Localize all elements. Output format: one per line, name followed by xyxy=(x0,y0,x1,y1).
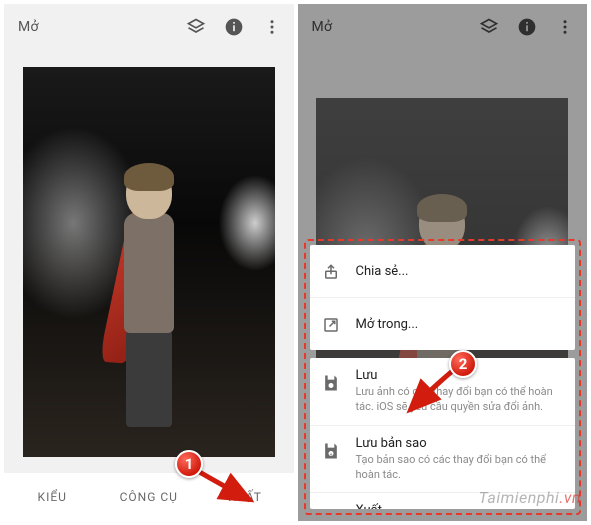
topbar-left: Mở xyxy=(4,4,294,50)
info-icon xyxy=(515,15,539,39)
annotation-marker-2: 2 xyxy=(449,350,477,378)
watermark: Taimienphi.vn xyxy=(479,488,582,507)
sheet-row-open-in[interactable]: Mở trong... xyxy=(310,298,576,350)
tutorial-dual-screenshot: Mở KIỂU xyxy=(0,0,591,525)
annotation-marker-1: 1 xyxy=(175,450,203,478)
save-icon xyxy=(318,370,344,396)
save-copy-title: Lưu bản sao xyxy=(356,436,564,451)
tab-tools[interactable]: CÔNG CỤ xyxy=(101,473,198,521)
export-sheet-highlight: Chia sẻ... Mở trong... xyxy=(304,239,582,515)
layers-icon xyxy=(477,15,501,39)
share-label: Chia sẻ... xyxy=(356,264,564,279)
topbar-right: Mở xyxy=(298,4,588,50)
open-button-dim: Mở xyxy=(312,19,333,35)
bottom-tabs: KIỂU CÔNG CỤ XUẤT xyxy=(4,473,294,521)
save-copy-sub: Tạo bản sao có các thay đổi bạn có thể h… xyxy=(356,453,564,483)
sheet-row-save-copy[interactable]: + Lưu bản sao Tạo bản sao có các thay đổ… xyxy=(310,426,576,493)
export-jpg-icon: JPG xyxy=(318,505,344,509)
sheet-group-share: Chia sẻ... Mở trong... xyxy=(310,245,576,350)
share-icon xyxy=(318,259,344,285)
open-in-icon xyxy=(318,312,344,338)
layers-icon[interactable] xyxy=(184,15,208,39)
overflow-menu-icon xyxy=(553,15,577,39)
sheet-group-save: Lưu Lưu ảnh có các thay đổi bạn có thể h… xyxy=(310,358,576,509)
sheet-row-share[interactable]: Chia sẻ... xyxy=(310,245,576,297)
svg-text:+: + xyxy=(329,452,332,458)
tab-export[interactable]: XUẤT xyxy=(197,473,294,521)
save-copy-icon: + xyxy=(318,438,344,464)
edited-photo xyxy=(23,67,275,457)
photo-canvas[interactable] xyxy=(4,50,294,473)
overflow-menu-icon[interactable] xyxy=(260,15,284,39)
screen-left: Mở KIỂU xyxy=(4,4,294,521)
tab-styles[interactable]: KIỂU xyxy=(4,473,101,521)
screen-right: Mở xyxy=(298,4,588,521)
info-icon[interactable] xyxy=(222,15,246,39)
open-in-label: Mở trong... xyxy=(356,317,564,332)
open-button[interactable]: Mở xyxy=(18,19,39,35)
save-sub: Lưu ảnh có các thay đổi bạn có thể hoàn … xyxy=(356,385,564,415)
sheet-row-save[interactable]: Lưu Lưu ảnh có các thay đổi bạn có thể h… xyxy=(310,358,576,425)
